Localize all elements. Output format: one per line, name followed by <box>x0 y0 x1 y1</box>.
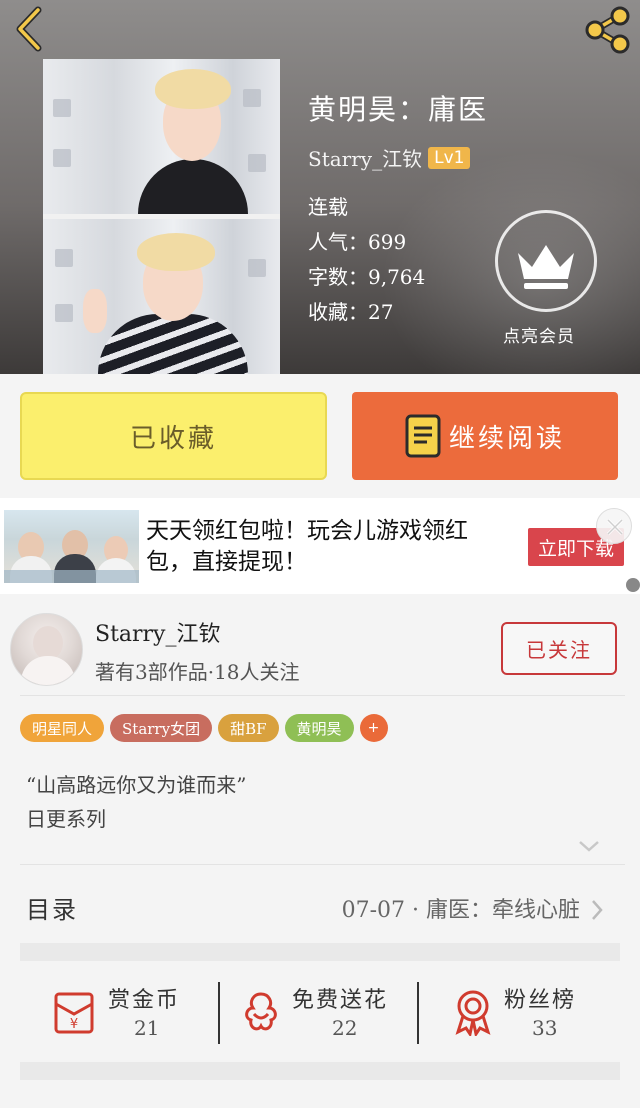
book-title-area: 黄明昊：庸医 <box>308 88 488 128</box>
tag-0[interactable]: 明星同人 <box>20 714 105 742</box>
description-line: “山高路远你又为谁而来” <box>26 773 247 797</box>
follow-button[interactable]: 已关注 <box>501 622 617 675</box>
fan-ranking-button[interactable]: 粉丝榜 33 <box>452 980 622 1050</box>
continue-reading-label: 继续阅读 <box>448 423 565 454</box>
catalog-label: 目录 <box>26 896 78 924</box>
book-author-row[interactable]: Starry_江钦 Lv1 <box>308 143 471 172</box>
divider <box>20 695 625 696</box>
catalog-row[interactable]: 目录 07-07 · 庸医：牵线心脏 <box>0 870 640 944</box>
vip-button[interactable] <box>495 210 597 312</box>
reward-coins-label: 赏金币 <box>108 988 181 1013</box>
popularity-stat: 人气：699 <box>308 230 407 254</box>
rewards-bar: ¥ 赏金币 21 免费送花 22 粉丝榜 33 <box>0 962 640 1062</box>
flower-icon <box>245 992 277 1031</box>
back-button[interactable] <box>8 6 48 52</box>
word-count-stat: 字数：9,764 <box>308 265 426 289</box>
favorites-stat: 收藏：27 <box>308 300 394 324</box>
continue-reading-button[interactable]: 继续阅读 <box>352 392 618 480</box>
description-line: 日更系列 <box>26 807 106 831</box>
send-flower-label: 免费送花 <box>292 988 389 1013</box>
send-flower-count: 22 <box>332 1016 358 1040</box>
cover-photo-bottom <box>43 219 280 374</box>
ad-text[interactable]: 天天领红包啦！玩会儿游戏领红包，直接提现！ <box>146 516 496 578</box>
divider <box>417 982 419 1044</box>
share-icon <box>585 6 630 54</box>
share-button[interactable] <box>582 6 632 54</box>
collect-button[interactable]: 已收藏 <box>20 392 327 480</box>
author-level-badge: Lv1 <box>428 146 471 169</box>
send-flower-button[interactable]: 免费送花 22 <box>240 980 410 1050</box>
book-stats: 连载 人气：699 字数：9,764 收藏：27 <box>308 190 425 330</box>
section-separator <box>20 943 620 961</box>
section-separator <box>20 1062 620 1080</box>
chevron-down-icon <box>579 841 599 852</box>
ad-close-button[interactable] <box>596 508 632 544</box>
book-icon <box>405 414 441 458</box>
red-envelope-icon: ¥ <box>54 992 94 1034</box>
more-tags-button[interactable]: + <box>359 714 388 742</box>
divider <box>218 982 220 1044</box>
vip-label[interactable]: 点亮会员 <box>503 322 575 347</box>
author-meta: 著有3部作品·18人关注 <box>95 660 300 684</box>
book-author-name[interactable]: Starry_江钦 <box>308 143 422 172</box>
latest-chapter: 07-07 · 庸医：牵线心脏 <box>341 898 580 923</box>
crown-icon <box>518 245 574 289</box>
author-avatar[interactable] <box>10 613 83 686</box>
tag-2[interactable]: 甜BF <box>218 714 279 742</box>
author-name[interactable]: Starry_江钦 <box>95 616 221 648</box>
book-title: 黄明昊：庸医 <box>308 93 489 126</box>
tag-list: 明星同人 Starry女团 甜BF 黄明昊 + <box>20 714 388 742</box>
cover-photo-top <box>43 59 280 214</box>
book-cover-image[interactable] <box>43 59 280 374</box>
ad-info-icon[interactable] <box>626 578 640 592</box>
medal-icon <box>455 990 491 1036</box>
fan-ranking-label: 粉丝榜 <box>504 988 577 1013</box>
chevron-right-icon <box>592 900 603 920</box>
svg-text:¥: ¥ <box>70 1017 78 1032</box>
fan-ranking-count: 33 <box>532 1016 558 1040</box>
serial-status: 连载 <box>308 195 348 219</box>
ad-thumbnail[interactable] <box>4 510 139 583</box>
chevron-left-icon <box>16 6 42 52</box>
tag-3[interactable]: 黄明昊 <box>284 714 354 742</box>
book-header: 黄明昊：庸医 Starry_江钦 Lv1 连载 人气：699 字数：9,764 … <box>0 0 640 374</box>
expand-description-button[interactable] <box>577 838 601 854</box>
reward-coins-count: 21 <box>134 1016 160 1040</box>
book-description: “山高路远你又为谁而来” 日更系列 <box>26 768 246 836</box>
ad-banner[interactable]: 天天领红包啦！玩会儿游戏领红包，直接提现！ 立即下载 <box>0 498 640 594</box>
divider <box>20 864 625 865</box>
reward-coins-button[interactable]: ¥ 赏金币 21 <box>50 980 200 1050</box>
tag-1[interactable]: Starry女团 <box>110 714 213 742</box>
close-icon <box>606 518 624 536</box>
action-bar: 已收藏 继续阅读 <box>0 374 640 498</box>
